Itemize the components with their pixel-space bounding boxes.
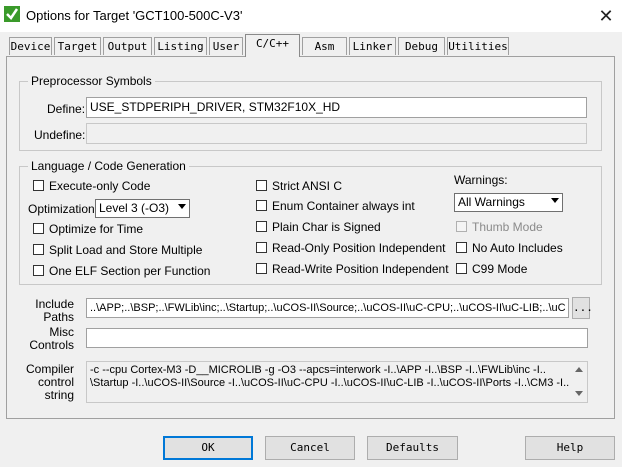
tab-device[interactable]: Device <box>9 37 52 55</box>
undefine-label: Undefine: <box>34 128 86 142</box>
tab-debug[interactable]: Debug <box>398 37 445 55</box>
thumb-mode-label: Thumb Mode <box>472 220 543 234</box>
tab-c-cpp[interactable]: C/C++ <box>245 34 300 57</box>
defaults-button[interactable]: Defaults <box>367 436 458 460</box>
execute-only-label: Execute-only Code <box>49 179 151 193</box>
chevron-down-icon <box>178 204 186 209</box>
ok-button[interactable]: OK <box>163 436 253 460</box>
scroll-up-icon[interactable] <box>575 367 583 372</box>
tab-user[interactable]: User <box>209 37 243 55</box>
plain-char-label: Plain Char is Signed <box>272 220 381 234</box>
include-paths-label: Include Paths <box>35 297 74 324</box>
app-icon <box>4 6 20 22</box>
optimization-label: Optimization: <box>28 202 99 216</box>
chevron-down-icon <box>551 198 559 203</box>
warnings-label: Warnings: <box>454 173 508 187</box>
scroll-down-icon[interactable] <box>575 391 583 396</box>
one-elf-label: One ELF Section per Function <box>49 264 211 278</box>
title-bar: Options for Target 'GCT100-500C-V3' ✕ <box>0 0 622 32</box>
ro-pi-checkbox[interactable] <box>256 242 267 253</box>
close-icon[interactable]: ✕ <box>596 6 616 26</box>
compiler-control-textarea[interactable]: -c --cpu Cortex-M3 -D__MICROLIB -g -O3 -… <box>86 361 588 403</box>
no-auto-checkbox[interactable] <box>456 242 467 253</box>
rw-pi-checkbox[interactable] <box>256 263 267 274</box>
include-paths-input[interactable]: ..\APP;..\BSP;..\FWLib\inc;..\Startup;..… <box>86 298 569 318</box>
tab-listing[interactable]: Listing <box>154 37 207 55</box>
help-button[interactable]: Help <box>525 436 615 460</box>
no-auto-label: No Auto Includes <box>472 241 563 255</box>
split-load-checkbox[interactable] <box>33 244 44 255</box>
enum-int-label: Enum Container always int <box>272 199 415 213</box>
execute-only-checkbox[interactable] <box>33 180 44 191</box>
compiler-control-line1: -c --cpu Cortex-M3 -D__MICROLIB -g -O3 -… <box>90 364 546 376</box>
compiler-control-line2: \Startup -I..\uCOS-II\Source -I..\uCOS-I… <box>90 377 570 389</box>
include-paths-browse-button[interactable]: ... <box>572 297 593 319</box>
compiler-scrollbar[interactable] <box>572 362 586 402</box>
language-legend: Language / Code Generation <box>28 159 189 173</box>
window-title: Options for Target 'GCT100-500C-V3' <box>26 8 243 23</box>
thumb-mode-checkbox[interactable] <box>456 221 467 232</box>
optimize-time-checkbox[interactable] <box>33 223 44 234</box>
warnings-select[interactable]: All Warnings <box>454 193 563 212</box>
strict-ansi-checkbox[interactable] <box>256 180 267 191</box>
compiler-control-label: Compiler control string <box>25 362 74 402</box>
c99-label: C99 Mode <box>472 262 528 276</box>
preprocessor-legend: Preprocessor Symbols <box>28 74 155 88</box>
tab-asm[interactable]: Asm <box>302 37 347 55</box>
split-load-label: Split Load and Store Multiple <box>49 243 203 257</box>
rw-pi-label: Read-Write Position Independent <box>272 262 449 276</box>
define-label: Define: <box>47 102 86 116</box>
c99-checkbox[interactable] <box>456 263 467 274</box>
cancel-button[interactable]: Cancel <box>265 436 355 460</box>
optimization-value: Level 3 (-O3) <box>99 201 170 215</box>
strict-ansi-label: Strict ANSI C <box>272 179 343 193</box>
optimization-select[interactable]: Level 3 (-O3) <box>95 199 190 218</box>
tab-output[interactable]: Output <box>103 37 152 55</box>
ro-pi-label: Read-Only Position Independent <box>272 241 446 255</box>
misc-controls-label: Misc Controls <box>29 325 74 352</box>
plain-char-checkbox[interactable] <box>256 221 267 232</box>
one-elf-checkbox[interactable] <box>33 265 44 276</box>
tab-utilities[interactable]: Utilities <box>447 37 509 55</box>
enum-int-checkbox[interactable] <box>256 200 267 211</box>
warnings-value: All Warnings <box>458 195 525 209</box>
optimize-time-label: Optimize for Time <box>49 222 144 236</box>
define-input[interactable]: USE_STDPERIPH_DRIVER, STM32F10X_HD <box>86 97 587 118</box>
tab-linker[interactable]: Linker <box>349 37 396 55</box>
undefine-input[interactable] <box>86 123 587 144</box>
tab-target[interactable]: Target <box>54 37 101 55</box>
misc-controls-input[interactable] <box>86 328 588 348</box>
